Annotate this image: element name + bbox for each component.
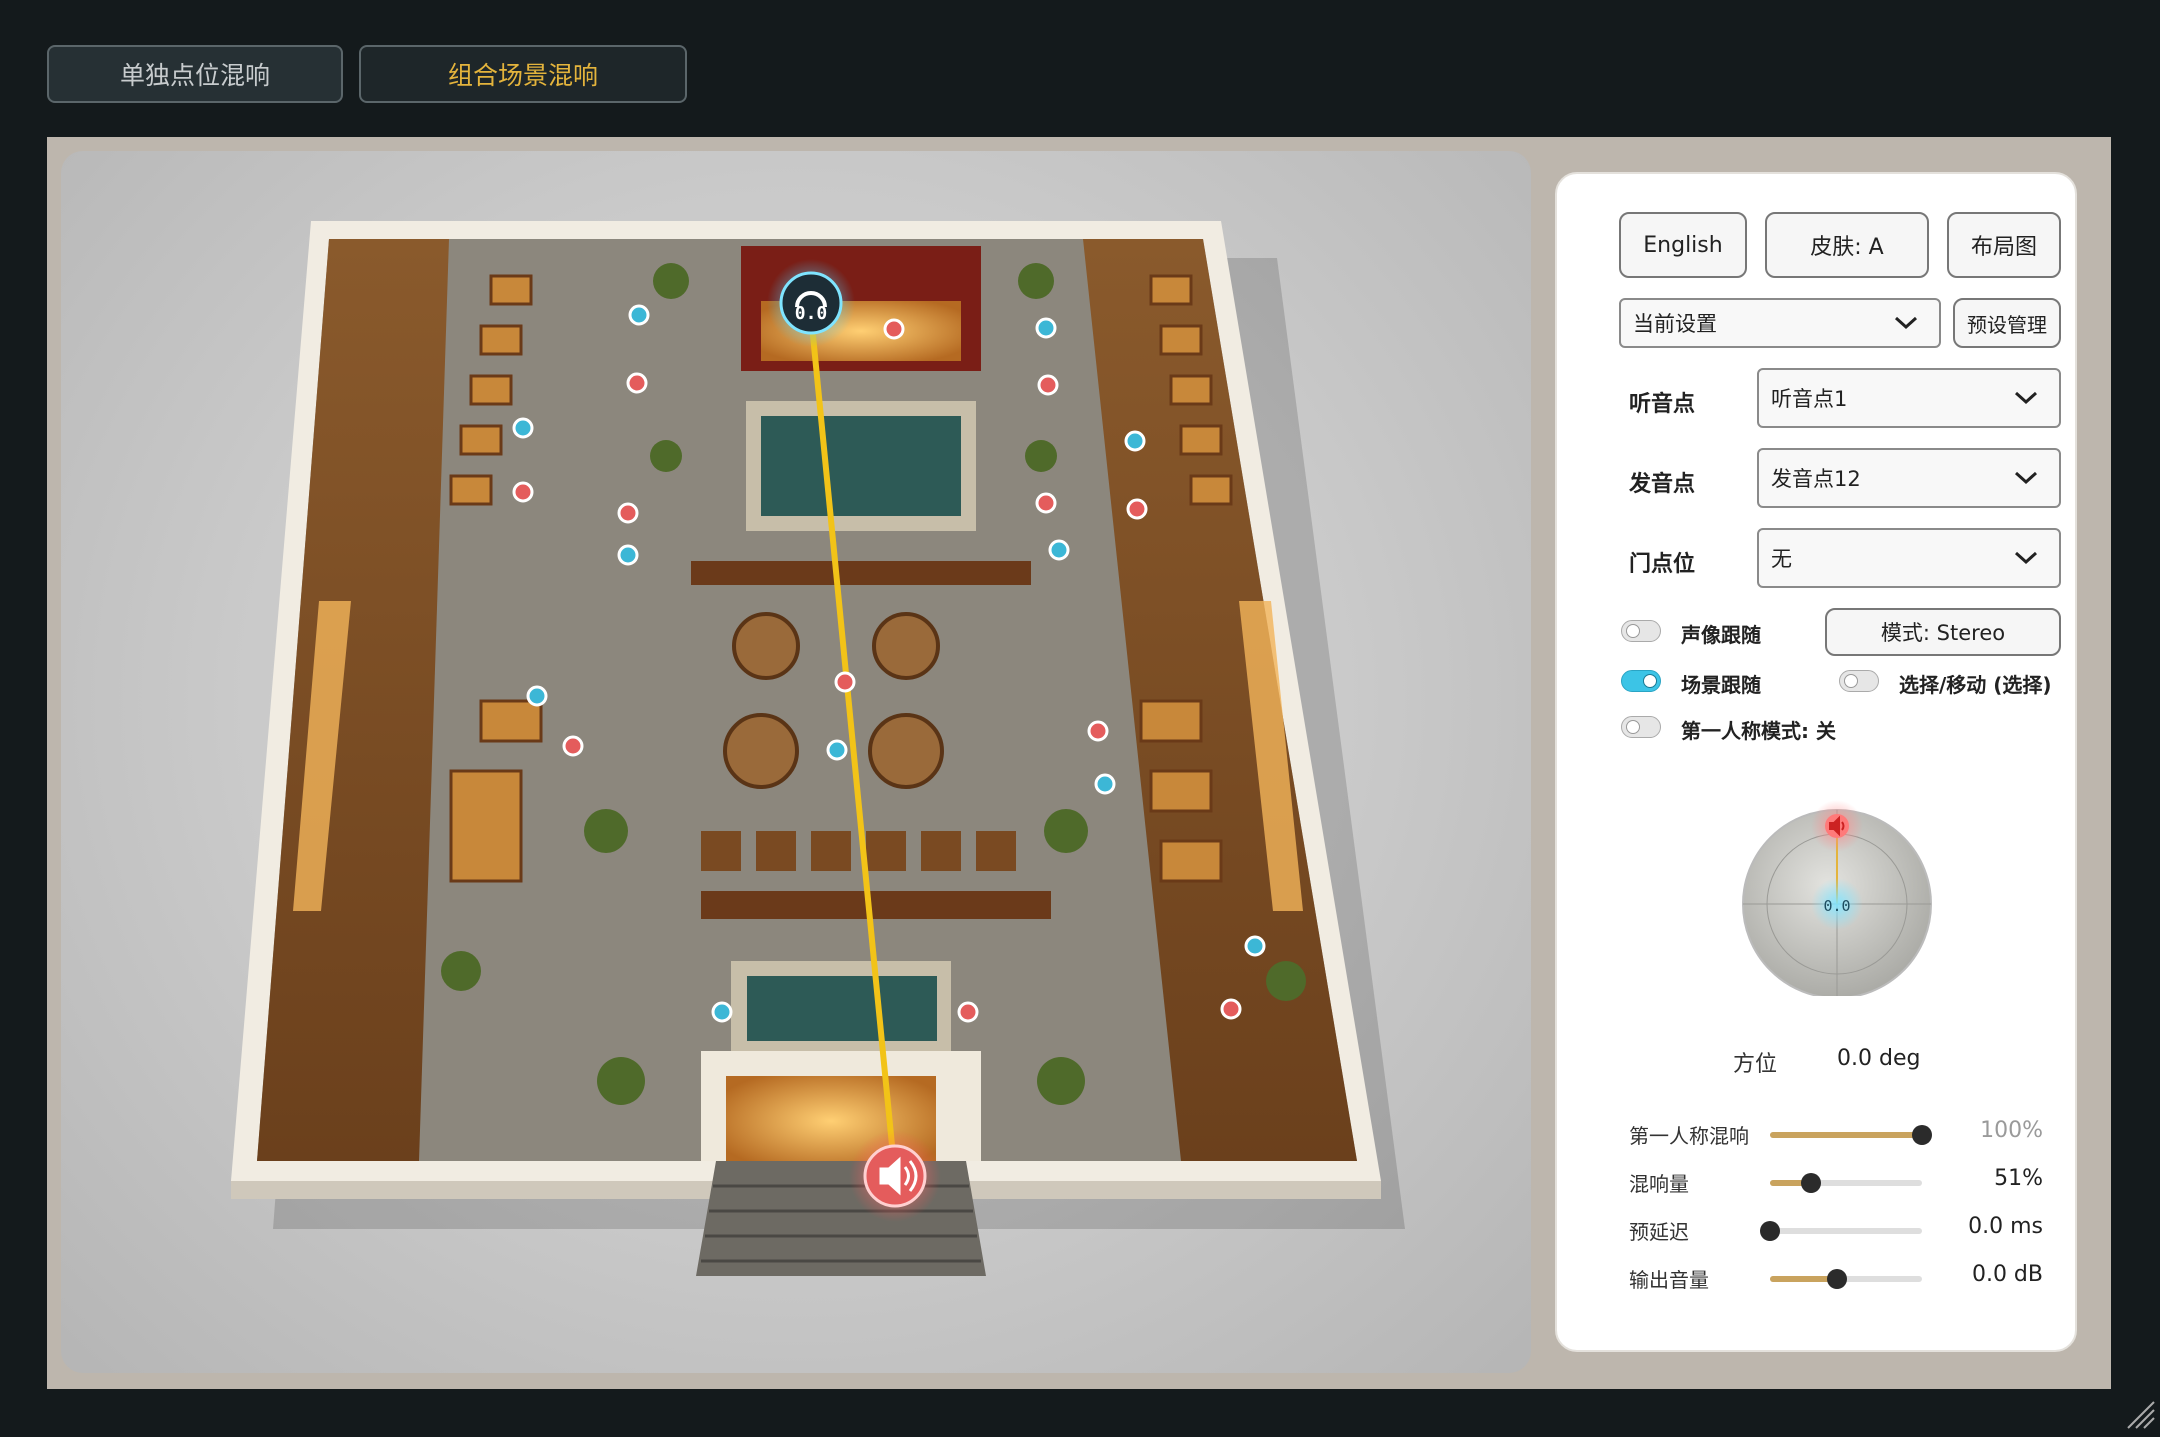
slider-value: 0.0 dB [1971,1262,2043,1287]
slider-value: 100% [1980,1118,2043,1143]
slider-label: 第一人称混响 [1629,1124,1749,1148]
tab-single-point-reverb[interactable]: 单独点位混响 [47,45,343,103]
listener-marker-label: 0.0 [795,303,828,324]
tab-combined-scene-reverb[interactable]: 组合场景混响 [359,45,687,103]
chevron-down-icon [2014,471,2038,485]
upper-pond [761,416,961,516]
lower-railing [701,891,1051,919]
slider-value: 51% [1994,1166,2043,1191]
preset-select[interactable]: 当前设置 [1619,298,1941,348]
source-select[interactable]: 发音点12 [1757,448,2061,508]
select-move-toggle[interactable] [1839,670,1879,692]
entrance-stairs [696,1161,986,1276]
door-select-value: 无 [1771,547,1792,571]
slider-thumb[interactable] [1760,1221,1780,1241]
select-move-label: 选择/移动 (选择) [1899,673,2052,697]
image-follow-label: 声像跟随 [1681,623,1761,647]
floorplan-svg: 0.0 [231,221,1405,1276]
radar-listener-label: 0.0 [1823,897,1850,915]
slider-track[interactable] [1770,1269,1922,1289]
upper-railing [691,561,1031,585]
azimuth-label: 方位 [1733,1052,1778,1077]
slider-track[interactable] [1760,1221,1922,1241]
control-panel: English 皮肤: A 布局图 当前设置 预设管理 听音点 听音点1 发音点… [1555,172,2077,1352]
source-marker[interactable] [849,1130,941,1222]
lower-pond [747,976,937,1041]
layout-map-button[interactable]: 布局图 [1947,212,2061,278]
preset-manage-button[interactable]: 预设管理 [1953,298,2061,348]
first-person-label: 第一人称模式: 关 [1681,719,1836,743]
listener-select[interactable]: 听音点1 [1757,368,2061,428]
direction-radar[interactable]: 0.0 [1737,796,1937,996]
listener-select-value: 听音点1 [1771,387,1848,411]
scene-follow-toggle[interactable] [1621,670,1661,692]
slider-label: 预延迟 [1629,1220,1689,1244]
image-follow-toggle[interactable] [1621,620,1661,642]
chevron-down-icon [2014,391,2038,405]
door-select[interactable]: 无 [1757,528,2061,588]
listener-label: 听音点 [1629,392,1696,417]
chevron-down-icon [2014,551,2038,565]
scene-follow-label: 场景跟随 [1681,673,1761,697]
chevron-down-icon [1894,316,1918,330]
slider-label: 混响量 [1629,1172,1689,1196]
scene-viewport[interactable]: 0.0 [61,151,1531,1373]
preset-select-value: 当前设置 [1633,312,1717,336]
slider-track[interactable] [1770,1125,1932,1145]
slider-thumb[interactable] [1912,1125,1932,1145]
door-label: 门点位 [1629,552,1696,577]
slider-value: 0.0 ms [1968,1214,2043,1239]
slider-thumb[interactable] [1801,1173,1822,1193]
resize-grip-icon[interactable] [2124,1398,2156,1430]
slider-track[interactable] [1770,1173,1922,1193]
first-person-toggle[interactable] [1621,716,1661,738]
mode-stereo-button[interactable]: 模式: Stereo [1825,608,2061,656]
skin-button[interactable]: 皮肤: A [1765,212,1929,278]
listener-marker[interactable]: 0.0 [767,259,855,347]
azimuth-value: 0.0 deg [1837,1046,1921,1071]
source-select-value: 发音点12 [1771,467,1861,491]
language-button[interactable]: English [1619,212,1747,278]
slider-fill [1770,1132,1922,1138]
slider-label: 输出音量 [1629,1268,1709,1292]
source-label: 发音点 [1629,472,1696,497]
slider-thumb[interactable] [1826,1269,1847,1289]
